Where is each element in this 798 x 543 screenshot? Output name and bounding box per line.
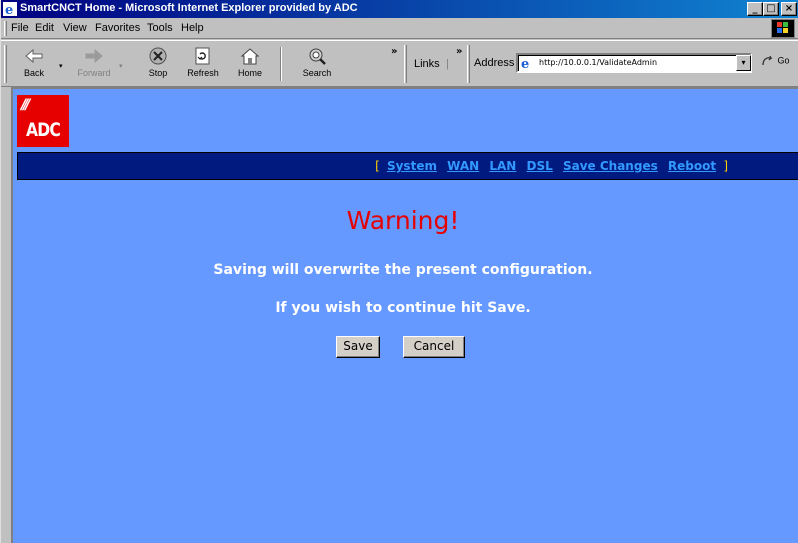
svg-text:e: e [5, 3, 13, 16]
menu-bar: File Edit View Favorites Tools Help [1, 18, 798, 39]
nav-link-lan[interactable]: LAN [489, 159, 516, 173]
adc-logo-slashes: /// [21, 97, 31, 113]
search-button[interactable]: Search [294, 44, 340, 84]
toolbar-more-chevron-icon[interactable]: » [391, 46, 397, 57]
minimize-button[interactable]: _ [747, 2, 763, 16]
address-dropdown-button[interactable]: ▾ [736, 55, 751, 71]
adc-logo: /// ADC [17, 95, 69, 147]
refresh-icon [195, 47, 210, 65]
minimize-icon: _ [752, 3, 758, 14]
back-dropdown-icon[interactable]: ▾ [59, 62, 63, 70]
search-label: Search [302, 68, 332, 78]
go-label: Go [777, 55, 790, 66]
stop-label: Stop [148, 68, 168, 78]
search-globe-icon [309, 48, 326, 65]
chevron-down-icon: ▾ [741, 58, 746, 67]
page-ie-icon: e [520, 56, 534, 72]
save-button[interactable]: Save [336, 336, 380, 358]
refresh-label: Refresh [187, 68, 219, 78]
home-icon [240, 48, 260, 65]
internet-explorer-icon: e [3, 2, 17, 18]
menu-favorites[interactable]: Favorites [95, 22, 140, 34]
go-button[interactable]: Go [761, 55, 795, 71]
page-content: /// ADC [ System WAN LAN DSL Save Change… [11, 87, 798, 543]
windows-logo-throbber [771, 19, 795, 38]
links-separator: | [446, 58, 449, 70]
address-url[interactable]: http://10.0.0.1/ValidateAdmin [539, 58, 657, 67]
back-button[interactable]: Back [11, 44, 57, 84]
back-label: Back [23, 68, 44, 78]
nav-links: [ System WAN LAN DSL Save Changes Reboot… [375, 159, 728, 173]
stop-button[interactable]: Stop [135, 44, 181, 84]
menu-help[interactable]: Help [181, 22, 204, 34]
close-icon: × [784, 3, 794, 14]
forward-dropdown-icon[interactable]: ▾ [119, 62, 123, 70]
nav-link-save-changes[interactable]: Save Changes [563, 159, 658, 173]
menu-tools[interactable]: Tools [147, 22, 173, 34]
toolbar-grip[interactable] [4, 45, 7, 83]
nav-link-reboot[interactable]: Reboot [668, 159, 716, 173]
address-grip[interactable] [467, 45, 470, 83]
back-arrow-icon [25, 48, 43, 64]
links-more-chevron-icon[interactable]: » [456, 46, 462, 57]
forward-arrow-icon [85, 48, 103, 64]
home-label: Home [237, 68, 262, 78]
standard-toolbar: Back ▾ Forward ▾ Stop Refresh Home Searc… [1, 40, 798, 87]
links-label[interactable]: Links [414, 58, 440, 70]
nav-bar: [ System WAN LAN DSL Save Changes Reboot… [17, 152, 798, 180]
maximize-icon: □ [766, 3, 776, 14]
nav-open-bracket: [ [375, 159, 380, 173]
continue-message: If you wish to continue hit Save. [275, 300, 531, 316]
home-button[interactable]: Home [227, 44, 273, 84]
window-title: SmartCNCT Home - Microsoft Internet Expl… [20, 2, 358, 14]
svg-text:e: e [521, 57, 529, 70]
stop-icon [149, 47, 167, 65]
go-arrow-icon [762, 55, 773, 66]
nav-link-dsl[interactable]: DSL [527, 159, 553, 173]
close-button[interactable]: × [781, 2, 797, 16]
refresh-button[interactable]: Refresh [180, 44, 226, 84]
windows-flag-icon [777, 22, 788, 33]
toolbar-separator [280, 47, 282, 81]
menu-edit[interactable]: Edit [35, 22, 54, 34]
maximize-button[interactable]: □ [763, 2, 779, 16]
address-label: Address [474, 57, 515, 69]
overwrite-message: Saving will overwrite the present config… [213, 262, 593, 278]
forward-label: Forward [77, 68, 111, 78]
nav-close-bracket: ] [723, 159, 728, 173]
nav-link-system[interactable]: System [387, 159, 437, 173]
adc-logo-text: ADC [26, 119, 61, 141]
menu-view[interactable]: View [63, 22, 87, 34]
forward-button[interactable]: Forward [71, 44, 117, 84]
links-grip[interactable] [404, 45, 407, 83]
menu-file[interactable]: File [11, 22, 29, 34]
address-bar[interactable]: e http://10.0.0.1/ValidateAdmin [516, 53, 752, 73]
warning-heading: Warning! [346, 206, 460, 235]
title-bar[interactable]: e SmartCNCT Home - Microsoft Internet Ex… [1, 0, 798, 18]
nav-link-wan[interactable]: WAN [447, 159, 479, 173]
browser-window: e SmartCNCT Home - Microsoft Internet Ex… [0, 0, 798, 543]
menu-grip[interactable] [4, 21, 7, 36]
cancel-button[interactable]: Cancel [403, 336, 465, 358]
